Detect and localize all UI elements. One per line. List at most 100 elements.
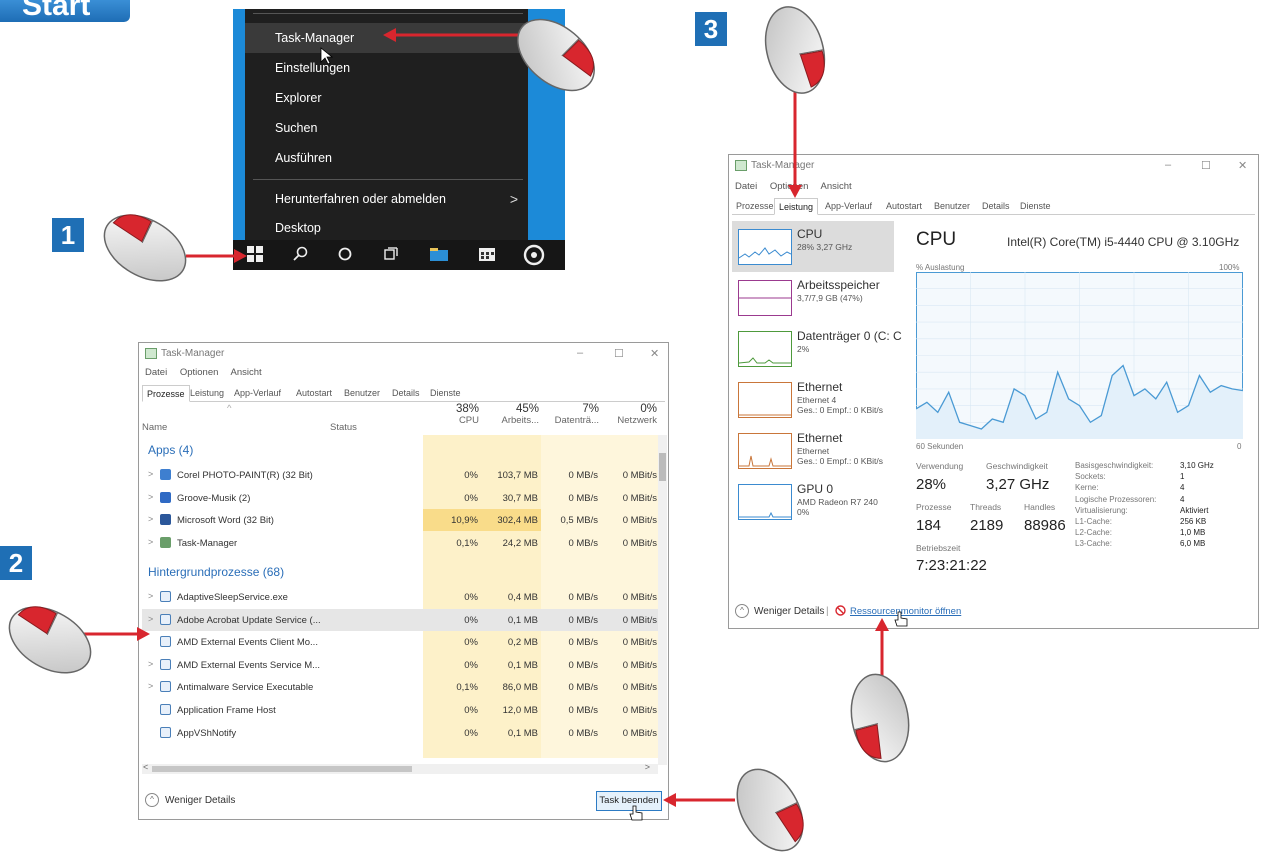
perf-sidebar-item[interactable]: Ethernet Ethernet 4 Ges.: 0 Empf.: 0 KBit/… bbox=[732, 374, 894, 425]
spec-label: Basisgeschwindigkeit: bbox=[1075, 461, 1154, 470]
menu-item-run[interactable]: Ausführen bbox=[245, 143, 528, 173]
scrollbar-thumb[interactable] bbox=[152, 766, 412, 772]
resource-monitor-link[interactable]: Ressourcenmonitor öffnen bbox=[850, 606, 961, 617]
file-explorer-icon[interactable] bbox=[429, 246, 449, 267]
scrollbar-thumb[interactable] bbox=[659, 453, 666, 481]
chevron-right-icon[interactable]: > bbox=[148, 492, 153, 502]
tab-users[interactable]: Benutzer bbox=[340, 385, 384, 402]
menu-item-task-manager[interactable]: Task-Manager bbox=[245, 23, 528, 53]
table-row[interactable]: > Groove-Musik (2) 0% 30,7 MB 0 MB/s 0 MBit/s bbox=[142, 487, 660, 510]
task-view-icon[interactable] bbox=[383, 246, 399, 267]
app-circle-icon[interactable] bbox=[523, 244, 545, 271]
disk-total-pct: 7% bbox=[582, 403, 599, 415]
column-header-status[interactable]: Status bbox=[330, 403, 390, 435]
perf-item-name: Arbeitsspeicher bbox=[797, 278, 880, 292]
perf-sidebar-item[interactable]: Datenträger 0 (C: C 2% bbox=[732, 323, 902, 374]
mini-graph bbox=[738, 433, 792, 469]
header-cpu-label: CPU bbox=[458, 415, 479, 426]
process-name: Microsoft Word (32 Bit) bbox=[177, 515, 274, 527]
menu-file[interactable]: Datei bbox=[735, 181, 757, 192]
chevron-right-icon[interactable]: > bbox=[148, 514, 153, 524]
table-row[interactable]: > Adobe Acrobat Update Service (... 0% 0,1 … bbox=[142, 608, 660, 632]
horizontal-scrollbar[interactable]: < > bbox=[142, 762, 658, 774]
table-row[interactable]: AMD External Events Client Mo... 0% 0,2 MB… bbox=[142, 631, 660, 654]
process-cpu: 0% bbox=[464, 705, 478, 716]
menu-item-desktop[interactable]: Desktop bbox=[245, 213, 528, 243]
table-row[interactable]: > Corel PHOTO-PAINT(R) (32 Bit) 0% 103,7 MB… bbox=[142, 464, 660, 487]
minimize-icon[interactable]: – bbox=[1165, 159, 1171, 171]
tab-startup[interactable]: Autostart bbox=[882, 198, 926, 215]
table-row[interactable]: > AMD External Events Service M... 0% 0,1 M… bbox=[142, 654, 660, 677]
column-header-disk[interactable]: 7% Datenträ... bbox=[541, 403, 599, 435]
perf-item-detail: 28% 3,27 GHz bbox=[797, 242, 853, 252]
perf-sidebar-item[interactable]: Ethernet Ethernet Ges.: 0 Empf.: 0 KBit/s bbox=[732, 425, 894, 476]
fewer-details-link[interactable]: Weniger Details bbox=[165, 795, 235, 806]
menu-options[interactable]: Optionen bbox=[180, 367, 219, 378]
start-badge: Start bbox=[0, 0, 130, 22]
table-row[interactable]: AppVShNotify 0% 0,1 MB 0 MB/s 0 MBit/s bbox=[142, 722, 660, 745]
menu-item-search[interactable]: Suchen bbox=[245, 113, 528, 143]
scroll-right-icon[interactable]: > bbox=[645, 762, 650, 772]
vertical-scrollbar[interactable] bbox=[658, 435, 667, 765]
spec-value: 4 bbox=[1180, 494, 1185, 504]
tab-performance[interactable]: Leistung bbox=[186, 385, 228, 402]
tab-processes[interactable]: Prozesse bbox=[142, 385, 190, 402]
arrow-to-end-task bbox=[663, 793, 735, 807]
perf-sidebar-item[interactable]: CPU 28% 3,27 GHz bbox=[732, 221, 894, 272]
fewer-details-link[interactable]: Weniger Details bbox=[754, 606, 824, 617]
scroll-left-icon[interactable]: < bbox=[143, 762, 148, 772]
spec-label: Virtualisierung: bbox=[1075, 505, 1128, 515]
perf-sidebar-item[interactable]: GPU 0 AMD Radeon R7 240 0% bbox=[732, 476, 894, 527]
column-header-network[interactable]: 0% Netzwerk bbox=[601, 403, 657, 435]
menu-item-shutdown[interactable]: Herunterfahren oder abmelden > bbox=[245, 184, 528, 214]
table-row[interactable]: Application Frame Host 0% 12,0 MB 0 MB/s 0 M… bbox=[142, 699, 660, 722]
tab-app-history[interactable]: App-Verlauf bbox=[821, 198, 876, 215]
chevron-right-icon[interactable]: > bbox=[148, 537, 153, 547]
table-row[interactable]: > Microsoft Word (32 Bit) 10,9% 302,4 MB 0,5… bbox=[142, 509, 660, 532]
process-disk: 0 MB/s bbox=[568, 470, 598, 481]
menu-item-settings[interactable]: Einstellungen bbox=[245, 53, 528, 83]
menu-view[interactable]: Ansicht bbox=[231, 367, 262, 378]
chevron-right-icon[interactable]: > bbox=[148, 681, 153, 691]
close-icon[interactable]: ✕ bbox=[1238, 159, 1247, 172]
chevron-right-icon[interactable]: > bbox=[148, 614, 153, 624]
menu-view[interactable]: Ansicht bbox=[821, 181, 852, 192]
windows-start-icon[interactable] bbox=[247, 246, 263, 267]
column-header-memory[interactable]: 45% Arbeits... bbox=[481, 403, 540, 435]
chevron-right-icon[interactable]: > bbox=[148, 591, 153, 601]
table-row[interactable]: > Antimalware Service Executable 0,1% 86,0 … bbox=[142, 676, 660, 699]
tab-app-history[interactable]: App-Verlauf bbox=[230, 385, 285, 402]
column-header-cpu[interactable]: 38% CPU bbox=[423, 403, 479, 435]
menu-item-explorer[interactable]: Explorer bbox=[245, 83, 528, 113]
perf-sidebar-item[interactable]: Arbeitsspeicher 3,7/7,9 GB (47%) bbox=[732, 272, 894, 323]
chevron-right-icon[interactable]: > bbox=[148, 469, 153, 479]
chevron-up-circle-icon[interactable]: ^ bbox=[145, 793, 159, 807]
close-icon[interactable]: ✕ bbox=[650, 347, 659, 360]
table-row[interactable]: > AdaptiveSleepService.exe 0% 0,4 MB 0 MB/s 0… bbox=[142, 586, 660, 609]
tab-processes[interactable]: Prozesse bbox=[732, 198, 778, 215]
cortana-icon[interactable] bbox=[337, 246, 353, 267]
search-icon[interactable] bbox=[293, 246, 309, 267]
menu-file[interactable]: Datei bbox=[145, 367, 167, 378]
menu-options[interactable]: Optionen bbox=[770, 181, 809, 192]
resource-monitor-icon bbox=[835, 605, 846, 619]
maximize-icon[interactable]: ☐ bbox=[1201, 159, 1211, 172]
table-row[interactable]: > Task-Manager 0,1% 24,2 MB 0 MB/s 0 MBit/s bbox=[142, 532, 660, 555]
tab-details[interactable]: Details bbox=[978, 198, 1014, 215]
tab-services[interactable]: Dienste bbox=[1016, 198, 1055, 215]
tab-details[interactable]: Details bbox=[388, 385, 424, 402]
chevron-right-icon[interactable]: > bbox=[148, 659, 153, 669]
chevron-up-circle-icon[interactable]: ^ bbox=[735, 604, 749, 618]
end-task-button[interactable]: Task beenden bbox=[596, 791, 662, 811]
process-disk: 0 MB/s bbox=[568, 614, 598, 626]
minimize-icon[interactable]: – bbox=[577, 347, 583, 359]
maximize-icon[interactable]: ☐ bbox=[614, 347, 624, 360]
column-header-name[interactable]: ^ Name bbox=[142, 403, 332, 435]
process-disk: 0 MB/s bbox=[568, 705, 598, 716]
tab-startup[interactable]: Autostart bbox=[292, 385, 336, 402]
calendar-app-icon[interactable] bbox=[478, 246, 496, 267]
tab-performance[interactable]: Leistung bbox=[774, 198, 819, 215]
process-name: Adobe Acrobat Update Service (... bbox=[177, 614, 321, 626]
tab-services[interactable]: Dienste bbox=[426, 385, 465, 402]
tab-users[interactable]: Benutzer bbox=[930, 198, 974, 215]
